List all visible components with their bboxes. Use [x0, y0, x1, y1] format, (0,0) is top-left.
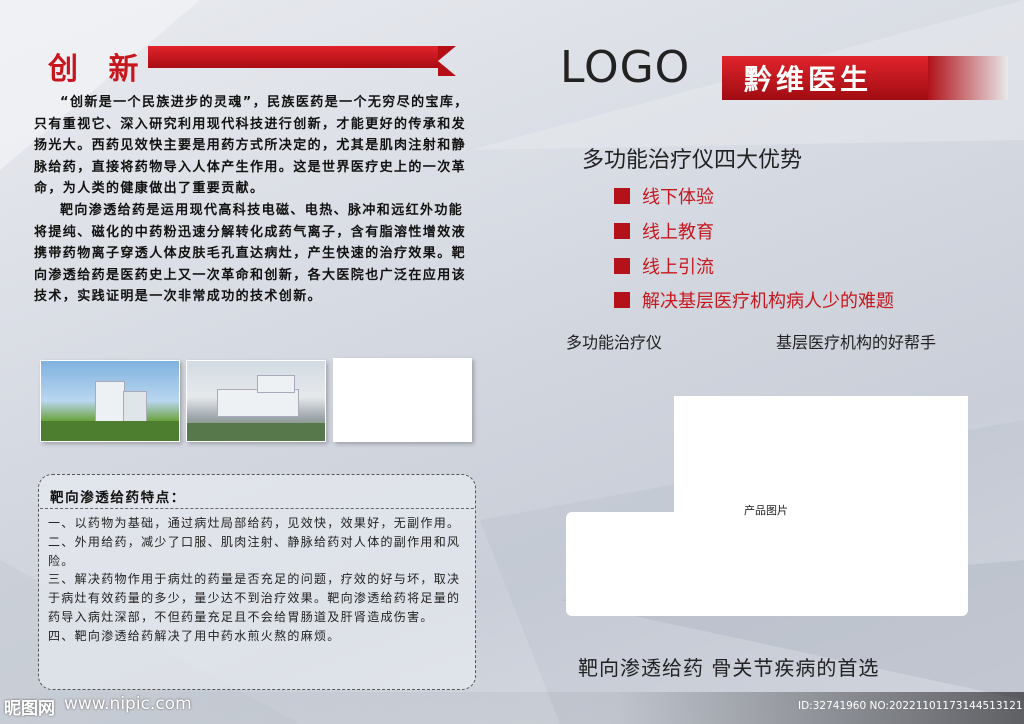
- brand-ribbon-tail: [928, 56, 1008, 100]
- intro-paragraph-1: “创新是一个民族进步的灵魂”，民族医药是一个无穷尽的宝库，只有重视它、深入研究利…: [34, 95, 469, 197]
- intro-text: “创新是一个民族进步的灵魂”，民族医药是一个无穷尽的宝库，只有重视它、深入研究利…: [34, 92, 470, 308]
- watermark-id: ID:32741960 NO:20221101173144513121: [798, 700, 1023, 712]
- features-title: 靶向渗透给药特点：: [50, 490, 186, 506]
- slogan: 靶向渗透给药 骨关节疾病的首选: [578, 656, 880, 680]
- advantage-item: 线上引流: [614, 253, 714, 279]
- watermark-url: www.nipic.com: [64, 694, 192, 714]
- subtitle-helper: 基层医疗机构的好帮手: [776, 333, 937, 352]
- feature-item: 一、以药物为基础，通过病灶局部给药，见效快，效果好，无副作用。: [48, 516, 461, 530]
- advantage-label: 线上引流: [642, 257, 714, 278]
- features-divider: [40, 508, 474, 509]
- advantage-item: 线下体验: [614, 183, 714, 209]
- section-title: 创 新: [48, 52, 149, 87]
- subtitle-device: 多功能治疗仪: [566, 333, 663, 352]
- building-photo-1: [40, 360, 180, 442]
- features-list: 一、以药物为基础，通过病灶局部给药，见效快，效果好，无副作用。 二、外用给药，减…: [48, 514, 468, 646]
- bullet-square-icon: [614, 188, 630, 204]
- building-photo-2: [186, 360, 326, 442]
- watermark-site-name: 昵图网: [4, 699, 55, 719]
- bullet-square-icon: [614, 292, 630, 308]
- feature-item: 二、外用给药，减少了口服、肌肉注射、静脉给药对人体的副作用和风险。: [48, 534, 461, 568]
- intro-paragraph-2: 靶向渗透给药是运用现代高科技电磁、电热、脉冲和远红外功能将提纯、磁化的中药粉迅速…: [34, 202, 467, 305]
- image-placeholder: [333, 358, 472, 442]
- title-ribbon-tail: [438, 46, 456, 76]
- feature-item: 四、靶向渗透给药解决了用中药水煎火熬的麻烦。: [48, 628, 341, 643]
- advantages-headline: 多功能治疗仪四大优势: [582, 148, 803, 173]
- product-image-label: 产品图片: [744, 504, 788, 517]
- feature-item: 三、解决药物作用于病灶的药量是否充足的问题，疗效的好与坏，取决于病灶有效药量的多…: [48, 572, 461, 624]
- bullet-square-icon: [614, 223, 630, 239]
- advantage-label: 线上教育: [642, 222, 714, 243]
- logo-text: LOGO: [560, 42, 691, 93]
- advantage-label: 线下体验: [642, 187, 714, 208]
- product-image-area-bottom: [566, 512, 968, 616]
- advantage-item: 解决基层医疗机构病人少的难题: [614, 287, 894, 313]
- advantage-label: 解决基层医疗机构病人少的难题: [642, 291, 894, 312]
- brand-name: 黔维医生: [722, 56, 928, 100]
- bullet-square-icon: [614, 258, 630, 274]
- title-ribbon: [148, 46, 438, 68]
- product-image-area-top: [674, 396, 968, 520]
- advantage-item: 线上教育: [614, 218, 714, 244]
